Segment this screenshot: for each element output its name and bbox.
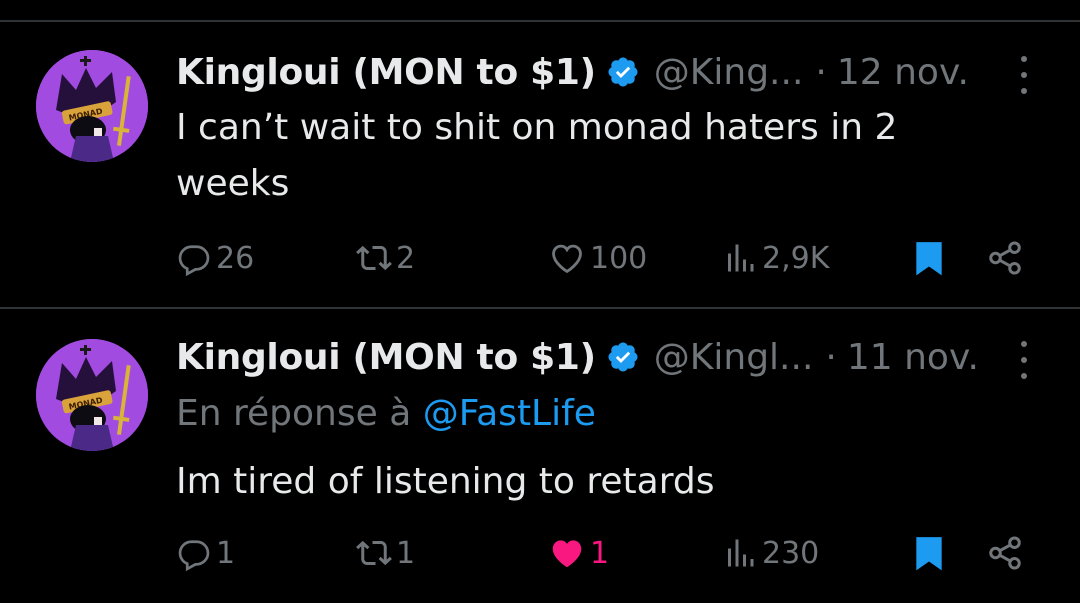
- bookmark-icon: [916, 537, 942, 571]
- views-bars-icon: [728, 244, 754, 272]
- more-dots-icon[interactable]: [1016, 56, 1032, 94]
- reply-bubble-icon: [178, 540, 210, 571]
- share-icon: [989, 241, 1021, 275]
- timeline: MONAD Kingloui (MON to $1) @King... · 1 2: [0, 0, 1080, 603]
- heart-icon: [552, 244, 582, 274]
- reply-bubble-icon: [178, 245, 210, 276]
- heart-filled-icon: [552, 540, 582, 568]
- bookmark-icon: [916, 242, 942, 276]
- author-name[interactable]: Kingloui (MON to $1): [176, 52, 596, 93]
- share-button[interactable]: [986, 531, 1024, 575]
- tweet-header: Kingloui (MON to $1) @King... · 12 nov.: [176, 50, 969, 94]
- like-button[interactable]: 100: [548, 236, 647, 280]
- reply-count: 26: [216, 240, 255, 276]
- reply-button[interactable]: 26: [176, 236, 254, 280]
- more-dots-icon[interactable]: [1016, 341, 1032, 379]
- reply-prefix: En réponse à: [176, 393, 412, 434]
- dot-separator: ·: [815, 51, 827, 93]
- author-handle[interactable]: @Kingl...: [654, 337, 814, 378]
- views-bars-icon: [728, 539, 754, 567]
- share-icon: [989, 536, 1021, 570]
- tweet-date[interactable]: 12 nov.: [837, 52, 969, 93]
- views-button[interactable]: 230: [722, 531, 819, 575]
- repost-arrows-icon: [356, 540, 392, 566]
- tweet-card[interactable]: MONAD Kingloui (MON to $1) @King... · 12: [0, 22, 1080, 307]
- author-handle[interactable]: @King...: [654, 52, 804, 93]
- verified-badge-icon: [606, 340, 640, 374]
- views-button[interactable]: 2,9K: [722, 236, 829, 280]
- tweet-text: I can’t wait to shit on monad haters in …: [176, 107, 898, 204]
- like-count: 100: [590, 240, 648, 276]
- repost-button[interactable]: 1: [356, 531, 415, 575]
- action-bar: 1 1 1 230: [0, 531, 1080, 575]
- reply-count: 1: [216, 535, 236, 571]
- avatar[interactable]: MONAD: [36, 50, 148, 162]
- author-name[interactable]: Kingloui (MON to $1): [176, 337, 596, 378]
- views-count: 230: [762, 535, 820, 571]
- action-bar: 26 2 100 2,9K: [0, 236, 1080, 280]
- tweet-card[interactable]: MONAD Kingloui (MON to $1) @Kingl... · 1…: [0, 309, 1080, 603]
- reply-mention-link[interactable]: @FastLife: [423, 393, 596, 434]
- tweet-text: Im tired of listening to retards: [176, 461, 715, 502]
- tweet-date[interactable]: 11 nov.: [847, 337, 979, 378]
- dot-separator: ·: [825, 336, 837, 378]
- reply-button[interactable]: 1: [176, 531, 235, 575]
- repost-arrows-icon: [356, 245, 392, 271]
- reply-context: En réponse à @FastLife: [176, 393, 596, 434]
- repost-count: 1: [396, 535, 416, 571]
- bookmark-button[interactable]: [910, 236, 948, 280]
- share-button[interactable]: [986, 236, 1024, 280]
- bookmark-button[interactable]: [910, 531, 948, 575]
- like-button[interactable]: 1: [548, 531, 609, 575]
- verified-badge-icon: [606, 55, 640, 89]
- like-count: 1: [590, 535, 610, 571]
- repost-button[interactable]: 2: [356, 236, 415, 280]
- repost-count: 2: [396, 240, 416, 276]
- views-count: 2,9K: [762, 240, 830, 276]
- avatar[interactable]: MONAD: [36, 339, 148, 451]
- tweet-header: Kingloui (MON to $1) @Kingl... · 11 nov.: [176, 335, 979, 379]
